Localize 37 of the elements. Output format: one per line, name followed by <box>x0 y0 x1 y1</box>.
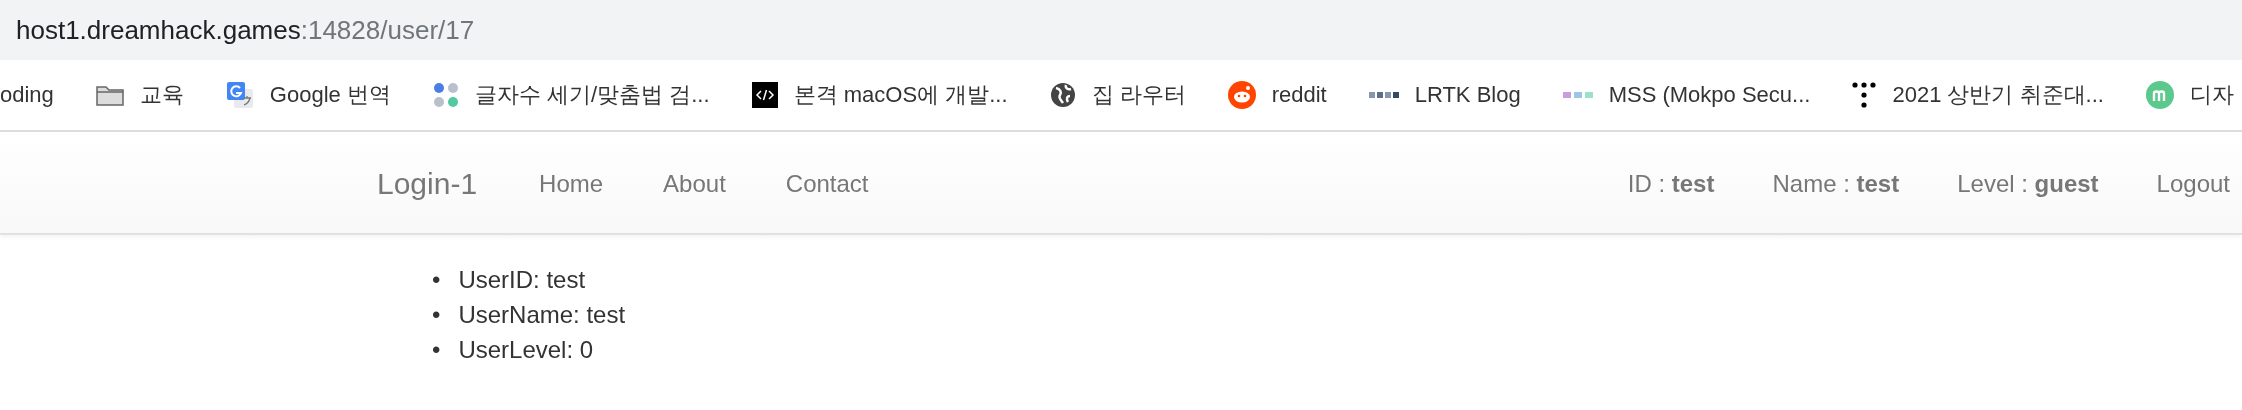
user-detail: UserLevel: 0 <box>458 334 594 365</box>
m-icon[interactable] <box>2145 81 2174 109</box>
user-info: Name : test <box>1772 170 1900 198</box>
nav-link[interactable]: Home <box>539 170 604 198</box>
translate-icon[interactable] <box>225 81 254 109</box>
bullet: • <box>432 334 441 365</box>
bookmark-link[interactable]: 본격 macOS에 개발... <box>793 80 1008 110</box>
user-info: Level : guest <box>1957 170 2099 198</box>
bullet: • <box>432 299 441 330</box>
bullet: • <box>432 265 441 295</box>
bookmark-link[interactable]: 글자수 세기/맞춤법 검... <box>474 80 710 110</box>
logo-icon[interactable] <box>1368 90 1399 100</box>
logout-link[interactable]: Logout <box>2156 170 2230 198</box>
url-path: :14828/user/17 <box>300 14 475 46</box>
user-detail: UserID: test <box>458 265 586 295</box>
folder-icon[interactable] <box>95 84 124 106</box>
user-detail: UserName: test <box>458 299 626 330</box>
dots-icon[interactable] <box>1852 82 1877 108</box>
bookmark-link[interactable]: 집 라우터 <box>1091 80 1186 110</box>
code-icon[interactable] <box>751 82 778 108</box>
nav-link[interactable]: Contact <box>785 170 869 198</box>
dots-icon[interactable] <box>432 82 459 108</box>
user-info: ID : test <box>1627 170 1715 198</box>
bookmark-link[interactable]: 교육 <box>139 80 184 110</box>
url-host: host1.dreamhack.games <box>16 14 301 46</box>
bookmark-link[interactable]: reddit <box>1271 82 1327 108</box>
reddit-icon[interactable] <box>1227 81 1256 109</box>
bookmark-link[interactable]: MSS (Mokpo Secu... <box>1608 82 1811 108</box>
nav-link[interactable]: About <box>663 170 726 198</box>
bookmark-link[interactable]: 2021 상반기 취준대... <box>1892 80 2104 110</box>
globe-icon[interactable] <box>1049 82 1076 108</box>
bookmark-link[interactable]: 디자 <box>2189 80 2234 110</box>
bookmark-link[interactable]: LRTK Blog <box>1414 82 1521 108</box>
bookmark-link[interactable]: oding <box>0 82 54 108</box>
address-bar[interactable]: host1.dreamhack.games:14828/user/17 <box>0 0 2242 60</box>
bookmark-link[interactable]: Google 번역 <box>269 80 391 110</box>
brand-link[interactable]: Login-1 <box>377 167 478 201</box>
